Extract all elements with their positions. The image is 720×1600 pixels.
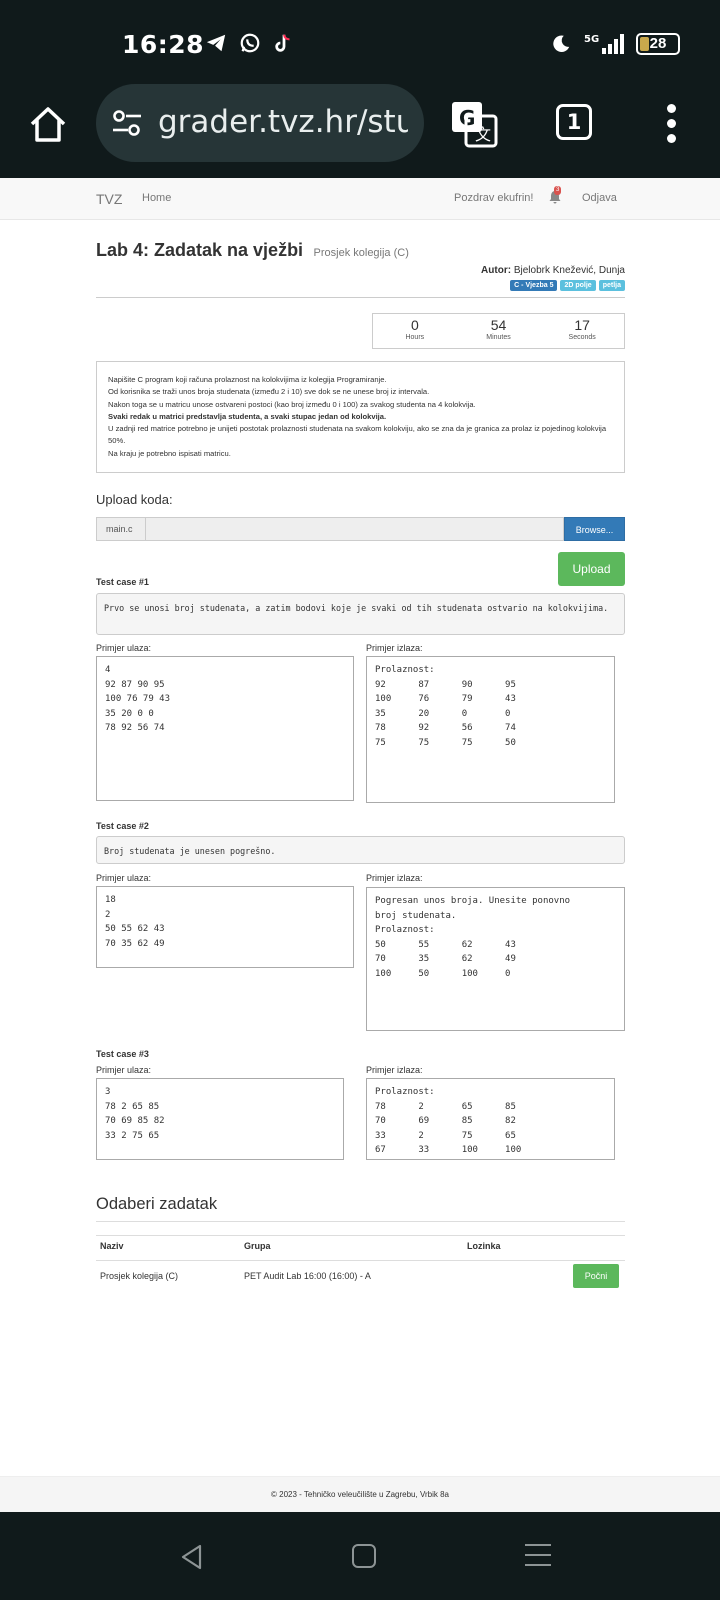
author-label: Autor: <box>481 265 512 276</box>
description-line: Napišite C program koji računa prolaznos… <box>108 375 387 384</box>
input-example-textarea[interactable]: 4 92 87 90 95 100 76 79 43 35 20 0 0 78 … <box>96 656 354 801</box>
recent-apps-icon[interactable] <box>525 1544 551 1574</box>
home-nav-icon[interactable] <box>352 1544 376 1568</box>
input-example-label: Primjer ulaza: <box>96 873 152 883</box>
site-navbar: TVZ Home Pozdrav ekufrin! 3 Odjava <box>0 178 720 220</box>
page-header: Lab 4: Zadatak na vježbi Prosjek kolegij… <box>96 240 409 261</box>
timer-hours-label: Hours <box>405 334 425 341</box>
timer-minutes: 54 Minutes <box>457 314 541 348</box>
description-line: Na kraju je potrebno ispisati matricu. <box>108 448 231 458</box>
test-case-description: Broj studenata je unesen pogrešno. <box>96 836 625 864</box>
output-example-textarea[interactable]: Prolaznost: 92 87 90 95 100 76 79 43 35 … <box>366 656 615 803</box>
file-input[interactable] <box>146 517 564 541</box>
tag-label: petlja <box>598 280 625 291</box>
address-bar[interactable]: grader.tvz.hr/stud <box>96 84 424 162</box>
description-line: U zadnji red matrice potrebno je unijeti… <box>108 424 607 446</box>
output-example-label: Primjer izlaza: <box>366 1065 423 1075</box>
test-case-title: Test case #1 <box>96 577 149 587</box>
upload-button[interactable]: Upload <box>558 552 625 586</box>
description-line-bold: Svaki redak u matrici predstavlja studen… <box>108 411 387 421</box>
column-header-grupa: Grupa <box>244 1241 271 1251</box>
author-line: Autor: Bjelobrk Knežević, Dunja <box>481 265 625 276</box>
input-example-textarea[interactable]: 3 78 2 65 85 70 69 85 82 33 2 75 65 <box>96 1078 344 1160</box>
system-navigation-bar <box>0 1512 720 1600</box>
start-task-button[interactable]: Počni <box>573 1264 619 1288</box>
notifications-button[interactable]: 3 <box>549 186 563 206</box>
tag-label: 2D polje <box>560 280 596 291</box>
task-description: Napišite C program koji računa prolaznos… <box>96 361 625 473</box>
timer-seconds: 17 Seconds <box>540 314 624 348</box>
status-bar: 16:28 5G 28 <box>0 0 720 84</box>
input-example-label: Primjer ulaza: <box>96 643 152 653</box>
column-header-lozinka: Lozinka <box>467 1241 501 1251</box>
url-text: grader.tvz.hr/stud <box>158 104 408 140</box>
telegram-icon <box>206 34 226 52</box>
page-title: Lab 4: Zadatak na vježbi <box>96 240 304 260</box>
moon-icon <box>553 35 570 52</box>
task-name-cell: Prosjek kolegija (C) <box>100 1271 179 1281</box>
input-example-textarea[interactable]: 18 2 50 55 62 43 70 35 62 49 <box>96 886 354 968</box>
notification-badge: 3 <box>554 186 562 195</box>
divider <box>96 1221 625 1222</box>
site-settings-icon[interactable] <box>112 110 142 136</box>
upload-heading: Upload koda: <box>96 492 173 507</box>
logout-link[interactable]: Odjava <box>582 192 617 204</box>
output-example-label: Primjer izlaza: <box>366 643 423 653</box>
svg-text:5G: 5G <box>584 34 599 45</box>
brand-link[interactable]: TVZ <box>96 191 122 207</box>
file-picker: main.c Browse... <box>96 517 625 541</box>
task-group-cell: PET Audit Lab 16:00 (16:00) - A <box>244 1271 371 1281</box>
output-example-textarea[interactable]: Pogresan unos broja. Unesite ponovno bro… <box>366 887 625 1031</box>
timer-seconds-label: Seconds <box>568 334 596 341</box>
browse-button[interactable]: Browse... <box>564 517 625 541</box>
test-case-description: Prvo se unosi broj studenata, a zatim bo… <box>96 593 625 635</box>
user-greeting[interactable]: Pozdrav ekufrin! <box>454 192 533 204</box>
timer-minutes-label: Minutes <box>486 334 511 341</box>
tab-switcher-button[interactable]: 1 <box>556 104 592 140</box>
file-name-display: main.c <box>96 517 146 541</box>
timer-minutes-value: 54 <box>490 317 507 333</box>
browser-toolbar: grader.tvz.hr/stud G 文 1 <box>0 84 720 178</box>
test-case-title: Test case #3 <box>96 1049 149 1059</box>
whatsapp-icon <box>240 33 260 53</box>
timer-hours: 0 Hours <box>373 314 457 348</box>
battery-level: 28 <box>649 35 667 52</box>
back-icon[interactable] <box>180 1544 204 1570</box>
signal-icon: 5G <box>584 34 624 54</box>
author-name: Bjelobrk Knežević, Dunja <box>513 265 625 276</box>
tag-labels: C - Vjezba 5 2D polje petlja <box>510 280 625 291</box>
countdown-timer: 0 Hours 54 Minutes 17 Seconds <box>372 313 625 349</box>
output-example-textarea[interactable]: Prolaznost: 78 2 65 85 70 69 85 82 33 2 … <box>366 1078 615 1160</box>
output-example-label: Primjer izlaza: <box>366 873 423 883</box>
nav-home-link[interactable]: Home <box>142 192 171 204</box>
choose-task-heading: Odaberi zadatak <box>96 1195 218 1213</box>
description-line: Nakon toga se u matricu unose ostvareni … <box>108 399 476 409</box>
battery-icon: 28 <box>636 33 680 55</box>
tag-label: C - Vjezba 5 <box>510 280 558 291</box>
timer-hours-value: 0 <box>410 317 419 333</box>
timer-seconds-value: 17 <box>574 317 590 333</box>
status-time: 16:28 <box>122 30 205 59</box>
page-subtitle: Prosjek kolegija (C) <box>313 247 409 259</box>
divider <box>96 297 625 298</box>
overflow-menu-icon[interactable] <box>665 104 677 144</box>
input-example-label: Primjer ulaza: <box>96 1065 152 1075</box>
home-icon[interactable] <box>26 102 70 146</box>
site-footer: © 2023 - Tehničko veleučilište u Zagrebu… <box>0 1476 720 1512</box>
translate-icon[interactable]: G 文 <box>450 100 498 148</box>
description-line: Od korisnika se traži unos broja studena… <box>108 387 430 397</box>
test-case-title: Test case #2 <box>96 821 149 831</box>
tiktok-icon <box>275 34 290 52</box>
svg-text:文: 文 <box>475 125 491 144</box>
column-header-naziv: Naziv <box>100 1241 124 1251</box>
